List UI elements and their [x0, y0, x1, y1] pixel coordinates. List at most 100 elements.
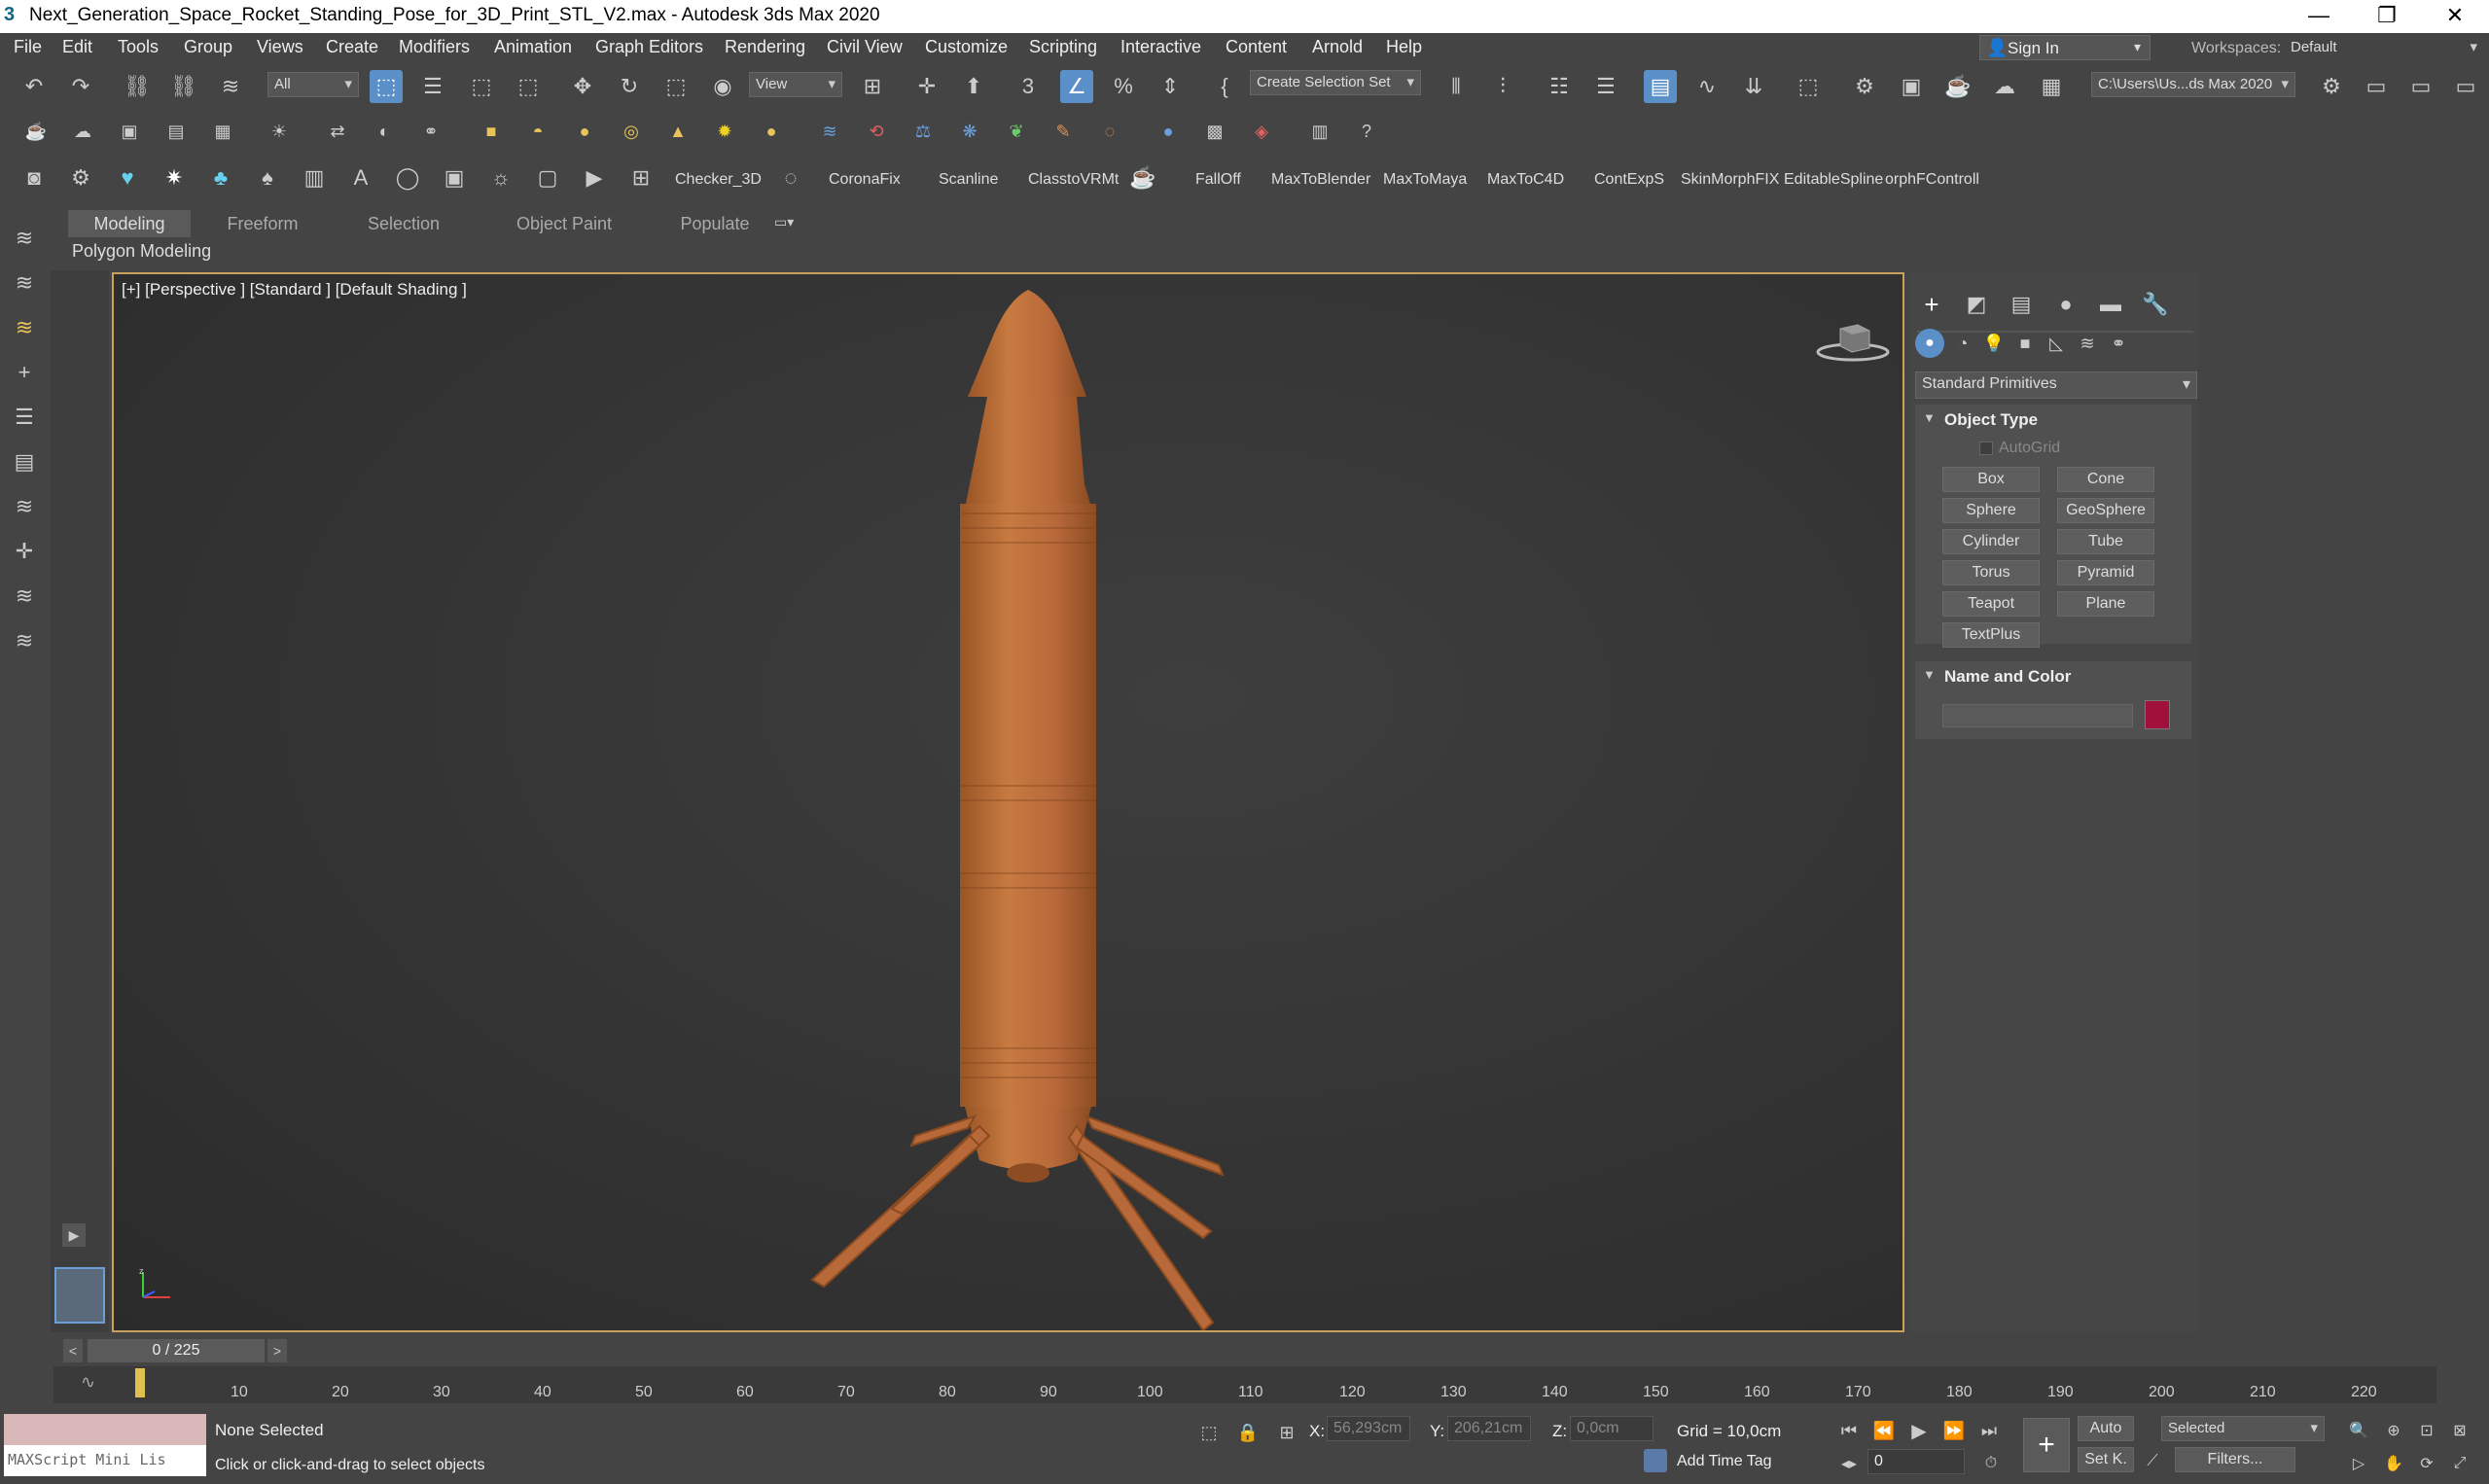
- align-icon[interactable]: ⫶: [1486, 70, 1519, 103]
- current-frame-field[interactable]: 0: [1867, 1449, 1965, 1474]
- camera-icon[interactable]: ◙: [18, 161, 51, 194]
- color-swatch[interactable]: [2145, 700, 2170, 729]
- layer-stack-icon[interactable]: ≋: [8, 222, 41, 255]
- melt-mod-icon[interactable]: ✎: [1047, 115, 1080, 148]
- sign-in-dropdown[interactable]: 👤 Sign In ▾: [1979, 35, 2151, 60]
- window-crossing-icon[interactable]: ⬚: [512, 70, 545, 103]
- ref-coord-select[interactable]: View: [749, 72, 842, 97]
- place-icon[interactable]: ◉: [706, 70, 739, 103]
- zoom-icon[interactable]: 🔍: [2342, 1414, 2375, 1447]
- play-frame-icon[interactable]: ▶: [578, 161, 611, 194]
- auto-key-button[interactable]: Auto: [2078, 1416, 2134, 1441]
- z-coordinate-field[interactable]: 0,0cm: [1570, 1416, 1653, 1441]
- render-production-icon[interactable]: ☕: [1941, 70, 1974, 103]
- autogrid-checkbox[interactable]: [1979, 442, 1993, 455]
- menu-tools[interactable]: Tools: [118, 37, 159, 57]
- render-cloud-icon[interactable]: ☁: [1988, 70, 2021, 103]
- maxtomaya-button[interactable]: MaxToMaya: [1383, 171, 1467, 189]
- keyboard-shortcut-icon[interactable]: ⬆: [957, 70, 990, 103]
- geosphere-button[interactable]: GeoSphere: [2057, 498, 2154, 523]
- viewcube-icon[interactable]: [1815, 313, 1891, 366]
- skinmorphfix-button[interactable]: SkinMorphFIX: [1681, 171, 1779, 189]
- rendered-frame-icon[interactable]: ▣: [1895, 70, 1928, 103]
- sphere-prim-icon[interactable]: ●: [568, 115, 601, 148]
- maxscript-listener-top[interactable]: [4, 1414, 206, 1445]
- systems-icon[interactable]: ⚭: [414, 115, 447, 148]
- link-icon[interactable]: ⛓: [121, 70, 154, 103]
- torus-button[interactable]: Torus: [1942, 560, 2040, 585]
- modify-tab-icon[interactable]: ◩: [1960, 288, 1993, 321]
- maxtoblender-button[interactable]: MaxToBlender: [1271, 171, 1370, 189]
- menu-customize[interactable]: Customize: [925, 37, 1008, 57]
- scanline-button[interactable]: Scanline: [939, 171, 998, 189]
- layer-new-icon[interactable]: ✛: [8, 535, 41, 568]
- zoom-extents-icon[interactable]: ⊡: [2410, 1414, 2443, 1447]
- layer-icon[interactable]: ≋: [8, 266, 41, 300]
- plant-icon[interactable]: ❦: [1000, 115, 1033, 148]
- bulb-icon[interactable]: ☼: [484, 161, 517, 194]
- menu-file[interactable]: File: [14, 37, 42, 57]
- systems-icon[interactable]: ⚭: [2102, 327, 2135, 360]
- torus-prim-icon[interactable]: ◎: [615, 115, 648, 148]
- pivot-center-icon[interactable]: ⊞: [856, 70, 889, 103]
- viewport-layout-thumb[interactable]: [54, 1267, 105, 1324]
- menu-graph-editors[interactable]: Graph Editors: [595, 37, 703, 57]
- layer-doc-icon[interactable]: ▤: [8, 445, 41, 478]
- cameras-icon[interactable]: ■: [2009, 327, 2042, 360]
- scene-explorer-icon[interactable]: ☰: [1589, 70, 1622, 103]
- teapot-button[interactable]: Teapot: [1942, 591, 2040, 617]
- play-icon[interactable]: ▶: [1902, 1414, 1936, 1447]
- geometry-icon[interactable]: ●: [1915, 329, 1944, 358]
- wave-mod-icon[interactable]: ◌: [1093, 115, 1126, 148]
- box-button[interactable]: Box: [1942, 467, 2040, 492]
- render-region-icon[interactable]: ◈: [1245, 115, 1278, 148]
- layer-active-icon[interactable]: ≋: [8, 311, 41, 344]
- material-editor-icon[interactable]: ⬚: [1792, 70, 1825, 103]
- key-mode-icon[interactable]: ◂▸: [1832, 1447, 1866, 1480]
- clone-icon[interactable]: ▥: [1303, 115, 1336, 148]
- tab-object-paint[interactable]: Object Paint: [486, 210, 642, 237]
- unlink-icon[interactable]: ⛓: [167, 70, 200, 103]
- scatter-icon[interactable]: ♣: [204, 161, 237, 194]
- close-button[interactable]: ✕: [2421, 0, 2489, 33]
- lock-selection-icon[interactable]: 🔒: [1231, 1416, 1264, 1449]
- menu-help[interactable]: Help: [1386, 37, 1422, 57]
- manipulate-icon[interactable]: ✛: [910, 70, 943, 103]
- fov-icon[interactable]: ▷: [2342, 1447, 2375, 1480]
- workspace-select[interactable]: Default: [2284, 35, 2484, 60]
- shapes-icon[interactable]: ◔: [1946, 327, 1979, 360]
- spacewarps-icon[interactable]: ≋: [2071, 327, 2104, 360]
- key-tangent-icon[interactable]: ⟋: [2136, 1445, 2169, 1478]
- sphere-button[interactable]: Sphere: [1942, 498, 2040, 523]
- teapot-icon[interactable]: ☕: [19, 115, 53, 148]
- selection-filter-select[interactable]: All: [267, 72, 359, 97]
- x-coordinate-field[interactable]: 56,293cm: [1327, 1416, 1410, 1441]
- collapse-triangle-icon[interactable]: ▼: [1923, 667, 1936, 682]
- uvw-icon[interactable]: ▩: [1198, 115, 1231, 148]
- cone-prim-icon[interactable]: ▲: [661, 115, 694, 148]
- layer-freeze-icon[interactable]: ≋: [8, 624, 41, 657]
- rotate-icon[interactable]: ↻: [613, 70, 646, 103]
- go-to-start-icon[interactable]: ⏮: [1832, 1414, 1866, 1447]
- taper-mod-icon[interactable]: ⚖: [907, 115, 940, 148]
- rocket-model[interactable]: [795, 280, 1300, 1330]
- tube-button[interactable]: Tube: [2057, 529, 2154, 554]
- sun-light-icon[interactable]: ✹: [708, 115, 741, 148]
- display-tab-icon[interactable]: ▬: [2094, 288, 2127, 321]
- orbit-icon[interactable]: ⟳: [2410, 1447, 2443, 1480]
- coronafix-button[interactable]: CoronaFix: [829, 171, 901, 189]
- motion-tab-icon[interactable]: ●: [2049, 288, 2082, 321]
- layer-move-icon[interactable]: ≋: [8, 490, 41, 523]
- create-tab-icon[interactable]: +: [1915, 288, 1948, 321]
- next-frame-button[interactable]: >: [267, 1339, 287, 1362]
- spinner-snap-icon[interactable]: ⇕: [1154, 70, 1187, 103]
- layer-manager-icon[interactable]: ☷: [1543, 70, 1576, 103]
- falloff-button[interactable]: FallOff: [1195, 171, 1241, 189]
- pan-icon[interactable]: ✋: [2377, 1447, 2410, 1480]
- classtovrmt-button[interactable]: ClasstoVRMt: [1028, 171, 1119, 189]
- noise-mod-icon[interactable]: ❋: [953, 115, 986, 148]
- box-prim-icon[interactable]: ■: [475, 115, 508, 148]
- menu-edit[interactable]: Edit: [62, 37, 92, 57]
- zoom-all-icon[interactable]: ⊕: [2377, 1414, 2410, 1447]
- time-config-icon[interactable]: ⏱: [1974, 1447, 2008, 1480]
